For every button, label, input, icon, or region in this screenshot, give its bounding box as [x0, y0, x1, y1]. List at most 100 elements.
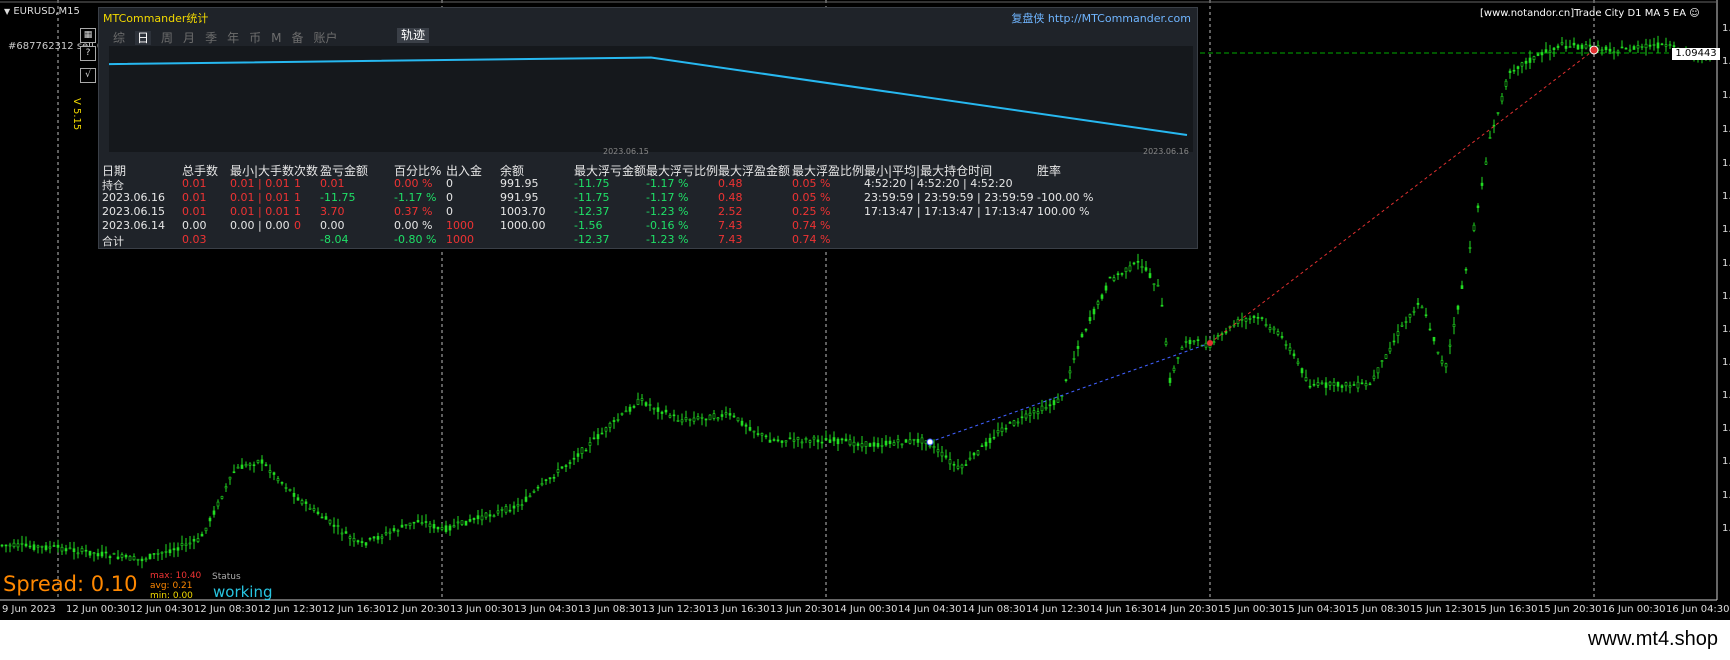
candle-body — [512, 505, 516, 509]
track-button[interactable]: 轨迹 — [397, 28, 429, 43]
candle-body — [628, 406, 632, 412]
candle-body — [1032, 410, 1036, 414]
candle-body — [952, 463, 956, 466]
candle-body — [356, 540, 360, 543]
candle-body — [1052, 400, 1056, 406]
price-axis-label: 1.08205 — [1722, 324, 1730, 335]
status-value: working — [213, 583, 273, 601]
candle-body — [956, 465, 960, 469]
price-axis-label: 1.08500 — [1722, 258, 1730, 269]
candle-body — [68, 547, 72, 550]
stats-header-cell: 胜率 — [1037, 164, 1062, 178]
candle-body — [516, 504, 520, 507]
candle-body — [268, 470, 272, 473]
candle-body — [536, 486, 540, 489]
candle-body — [796, 437, 800, 440]
candle-body — [412, 521, 416, 524]
stats-cell: 991.95 — [500, 191, 539, 204]
candle-body — [560, 466, 564, 469]
sqrt-button[interactable]: √ — [80, 68, 96, 83]
candle-body — [388, 531, 392, 534]
candle-body — [580, 447, 584, 454]
panel-link[interactable]: 复盘侠 http://MTCommander.com — [1011, 10, 1191, 26]
tab-8[interactable]: 备 — [291, 31, 303, 45]
stats-cell: 0.01 | 0.01 — [230, 205, 290, 218]
candle-body — [792, 439, 796, 442]
grid-button[interactable]: ▦ — [80, 28, 96, 43]
candle-body — [828, 439, 832, 443]
time-axis-label: 12 Jun 04:30 — [130, 604, 194, 615]
price-axis-label: 1.08350 — [1722, 291, 1730, 302]
candle-body — [1368, 383, 1372, 386]
tab-9[interactable]: 账户 — [313, 31, 337, 45]
candle-body — [288, 489, 292, 491]
candle-body — [1600, 49, 1604, 52]
candle-body — [1160, 304, 1164, 307]
equity-line — [108, 56, 1188, 136]
candle-body — [1168, 377, 1172, 383]
candle-body — [384, 532, 388, 535]
tab-6[interactable]: 币 — [249, 31, 261, 45]
stats-cell: 0.01 — [182, 177, 207, 190]
mini-equity-chart — [108, 46, 1193, 152]
tab-0[interactable]: 综 — [113, 31, 125, 45]
candle-body — [1508, 70, 1512, 73]
candle-body — [464, 520, 468, 526]
tab-4[interactable]: 季 — [205, 31, 217, 45]
candle-body — [316, 511, 320, 514]
candle-body — [1180, 347, 1184, 350]
stats-cell: 0.00 — [320, 219, 345, 232]
candle-body — [148, 553, 152, 560]
candle-body — [764, 435, 768, 438]
candle-body — [1088, 317, 1092, 321]
stats-cell: -8.04 — [320, 233, 349, 246]
candle-body — [548, 477, 552, 480]
candle-body — [1580, 44, 1584, 49]
candle-body — [1288, 347, 1292, 351]
candle-body — [296, 497, 300, 501]
candle-body — [1280, 336, 1284, 338]
price-axis-label: 1.08650 — [1722, 224, 1730, 235]
candle-body — [1092, 308, 1096, 315]
help-button[interactable]: ? — [80, 46, 96, 61]
trade-exit-marker — [1207, 340, 1213, 346]
candle-body — [1284, 344, 1288, 346]
candle-body — [1500, 96, 1504, 102]
candle-body — [976, 450, 980, 456]
tab-2[interactable]: 周 — [161, 31, 173, 45]
candle-body — [1604, 46, 1608, 51]
candle-body — [88, 550, 92, 556]
candle-body — [916, 438, 920, 443]
stats-cell: 2.52 — [718, 205, 743, 218]
candle-body — [400, 524, 404, 528]
candle-body — [1132, 262, 1136, 265]
candle-body — [1372, 375, 1376, 379]
candle-body — [92, 552, 96, 555]
candle-body — [824, 438, 828, 441]
candle-body — [220, 496, 224, 499]
price-axis-label: 1.07900 — [1722, 390, 1730, 401]
candle-body — [1004, 427, 1008, 430]
tab-7[interactable]: M — [271, 31, 281, 45]
candle-body — [1496, 112, 1500, 114]
tab-1[interactable]: 日 — [135, 31, 152, 45]
tab-3[interactable]: 月 — [183, 31, 195, 45]
candle-body — [1140, 265, 1144, 269]
candle-body — [24, 543, 28, 547]
symbol-label: ▼ EURUSD,M15 — [4, 6, 80, 17]
candle-body — [980, 445, 984, 448]
candle-body — [944, 455, 948, 458]
candle-body — [84, 549, 88, 552]
time-axis-label: 14 Jun 00:30 — [834, 604, 898, 615]
candle-body — [144, 558, 148, 561]
candle-body — [708, 414, 712, 421]
candle-body — [704, 418, 708, 421]
candle-body — [1568, 46, 1572, 48]
tab-5[interactable]: 年 — [227, 31, 239, 45]
price-axis-label: 1.08055 — [1722, 357, 1730, 368]
candle-body — [668, 415, 672, 418]
candle-body — [688, 418, 692, 421]
candle-body — [428, 523, 432, 528]
time-axis-label: 14 Jun 20:30 — [1154, 604, 1218, 615]
candle-body — [348, 536, 352, 539]
